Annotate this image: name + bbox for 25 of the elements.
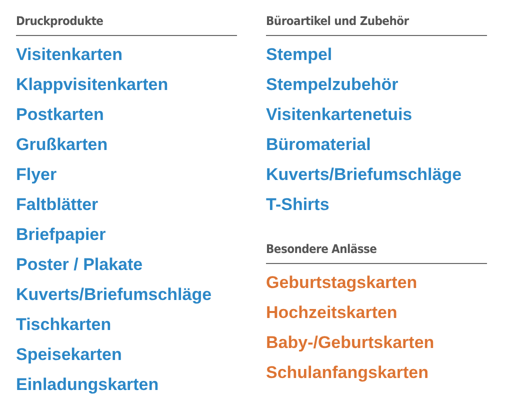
menu-link[interactable]: Kuverts/Briefumschläge <box>266 160 462 190</box>
menu-link[interactable]: Geburtstagskarten <box>266 268 418 298</box>
menu-link[interactable]: Tischkarten <box>16 310 112 340</box>
menu-link[interactable]: Visitenkarten <box>16 40 122 70</box>
menu-link[interactable]: Einladungskarten <box>16 370 159 400</box>
menu-link[interactable]: Klappvisitenkarten <box>16 70 168 100</box>
menu-link[interactable]: Briefpapier <box>16 220 106 250</box>
menu-link[interactable]: Postkarten <box>16 100 104 130</box>
section-heading: Druckprodukte <box>16 14 237 36</box>
menu-link[interactable]: Hochzeitskarten <box>266 298 398 328</box>
menu-link[interactable]: Poster / Plakate <box>16 250 143 280</box>
menu-link[interactable]: Speisekarten <box>16 340 122 370</box>
menu-link[interactable]: Baby-/Geburtskarten <box>266 328 434 358</box>
menu-link[interactable]: Büromaterial <box>266 130 371 160</box>
section-heading: Besondere Anlässe <box>266 242 487 264</box>
menu-link[interactable]: Stempel <box>266 40 332 70</box>
menu-link[interactable]: Faltblätter <box>16 190 98 220</box>
menu-link[interactable]: Stempelzubehör <box>266 70 398 100</box>
menu-link[interactable]: Flyer <box>16 160 57 190</box>
menu-link[interactable]: Visitenkartenetuis <box>266 100 412 130</box>
menu-link[interactable]: T-Shirts <box>266 190 330 220</box>
section-heading: Büroartikel und Zubehör <box>266 14 487 36</box>
menu-link[interactable]: Kuverts/Briefumschläge <box>16 280 212 310</box>
menu-link[interactable]: Schulanfangskarten <box>266 358 428 388</box>
menu-link[interactable]: Grußkarten <box>16 130 108 160</box>
